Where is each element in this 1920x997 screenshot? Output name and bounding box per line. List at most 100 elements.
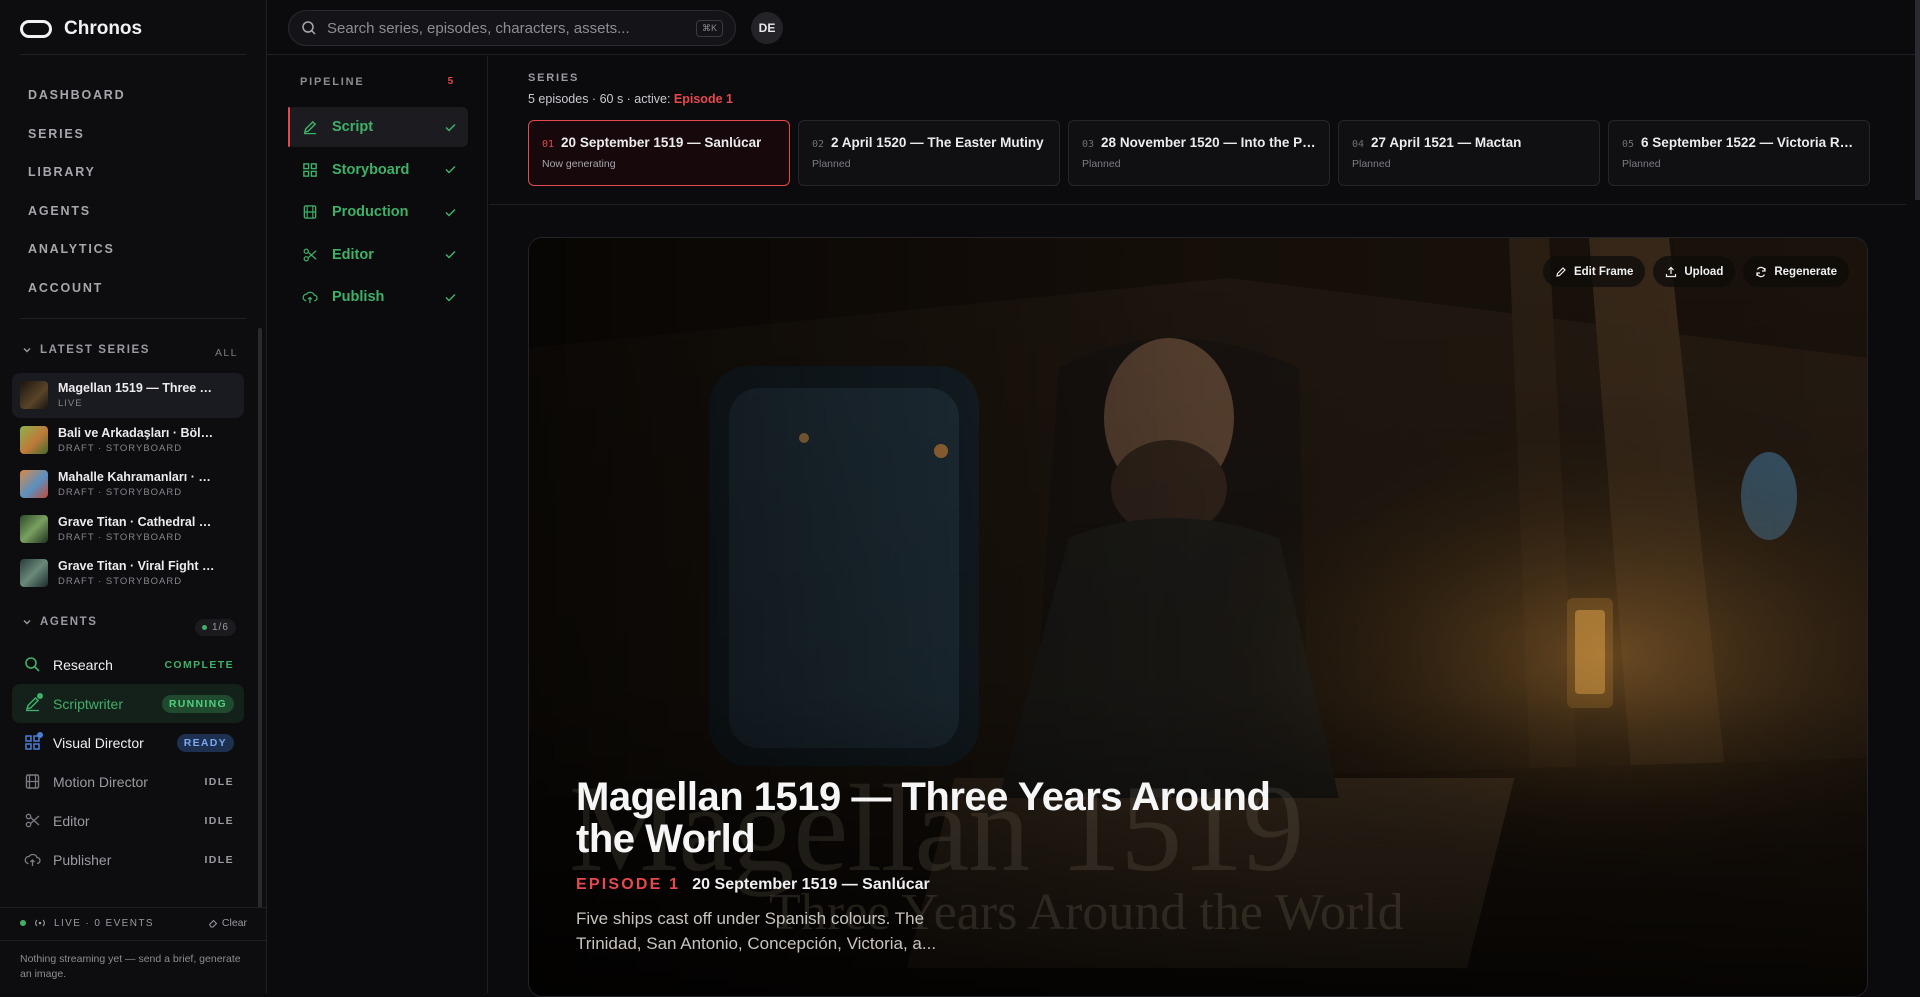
agent-status: RUNNING — [162, 695, 234, 713]
episode-status: Planned — [1082, 158, 1316, 170]
agents-count-badge: 1/6 — [195, 619, 236, 636]
grid-icon — [302, 162, 318, 178]
series-title: Mahalle Kahramanları · Bölüm 1 — [58, 470, 218, 484]
user-avatar[interactable]: DE — [751, 12, 783, 44]
hero-copy: Magellan 1519 — Three Years Around the W… — [576, 776, 1336, 956]
sidebar-scrollbar[interactable] — [258, 328, 262, 908]
active-episode-link[interactable]: Episode 1 — [674, 92, 733, 106]
stream-message: Nothing streaming yet — send a brief, ge… — [20, 952, 250, 982]
nav-analytics[interactable]: ANALYTICS — [28, 230, 125, 269]
search-input[interactable] — [327, 20, 686, 37]
regenerate-button[interactable]: Regenerate — [1743, 256, 1849, 287]
latest-series-list: Magellan 1519 — Three Years Around the W… — [12, 373, 244, 596]
agent-publisher[interactable]: Publisher IDLE — [12, 840, 244, 879]
series-title: Bali ve Arkadaşları · Bölüm 1 — [58, 426, 218, 440]
episode-card[interactable]: 0328 November 1520 — Into the Pacific Pl… — [1068, 120, 1330, 186]
episode-number: 03 — [1082, 139, 1094, 150]
pipeline-title: PIPELINE — [300, 76, 365, 88]
search-icon — [24, 656, 41, 673]
episode-card[interactable]: 056 September 1522 — Victoria Returns Pl… — [1608, 120, 1870, 186]
check-icon — [445, 293, 456, 302]
brand[interactable]: Chronos — [20, 18, 142, 40]
nav-dashboard[interactable]: DASHBOARD — [28, 76, 125, 115]
pipeline-step-production[interactable]: Production — [288, 192, 468, 232]
refresh-icon — [1755, 266, 1767, 278]
status-dot — [202, 625, 207, 630]
main-nav: DASHBOARD SERIES LIBRARY AGENTS ANALYTIC… — [28, 76, 125, 307]
top-bar: ⌘K DE — [267, 0, 1920, 55]
clear-button[interactable]: Clear — [208, 917, 247, 929]
pipeline-step-publish[interactable]: Publish — [288, 277, 468, 317]
episode-number: 01 — [542, 139, 554, 150]
episode-card[interactable]: 0120 September 1519 — Sanlúcar Now gener… — [528, 120, 790, 186]
agent-name: Visual Director — [53, 735, 165, 751]
agent-visual-director[interactable]: Visual Director READY — [12, 723, 244, 762]
agent-editor[interactable]: Editor IDLE — [12, 801, 244, 840]
nav-agents[interactable]: AGENTS — [28, 192, 125, 231]
cloud-upload-icon — [302, 289, 318, 305]
stream-status: LIVE · 0 EVENTS — [54, 918, 200, 929]
agent-name: Editor — [53, 813, 192, 829]
series-thumbnail — [20, 426, 48, 454]
pen-icon — [302, 119, 318, 135]
nav-account[interactable]: ACCOUNT — [28, 269, 125, 308]
pipeline-step-storyboard[interactable]: Storyboard — [288, 150, 468, 190]
live-stream-panel: LIVE · 0 EVENTS Clear Nothing streaming … — [0, 907, 267, 993]
agents-header[interactable]: AGENTS — [22, 616, 98, 628]
latest-series-title: LATEST SERIES — [40, 344, 150, 356]
series-item[interactable]: Mahalle Kahramanları · Bölüm 1 DRAFT · ST… — [12, 462, 244, 507]
latest-series-header[interactable]: LATEST SERIES — [22, 344, 150, 356]
app-name: Chronos — [64, 18, 142, 40]
series-thumbnail — [20, 559, 48, 587]
episode-title: 2 April 1520 — The Easter Mutiny — [831, 135, 1044, 150]
agent-motion-director[interactable]: Motion Director IDLE — [12, 762, 244, 801]
nav-library[interactable]: LIBRARY — [28, 153, 125, 192]
series-status: DRAFT · STORYBOARD — [58, 487, 218, 498]
pipeline-step-script[interactable]: Script — [288, 107, 468, 147]
episode-title: 27 April 1521 — Mactan — [1371, 135, 1521, 150]
upload-button[interactable]: Upload — [1653, 256, 1735, 287]
edit-frame-label: Edit Frame — [1574, 266, 1633, 278]
agent-name: Motion Director — [53, 774, 192, 790]
agent-scriptwriter[interactable]: Scriptwriter RUNNING — [12, 684, 244, 723]
agent-status: IDLE — [204, 854, 234, 866]
series-thumbnail — [20, 381, 48, 409]
hero-frame: Magellan 1519 Three Years Around the Wor… — [528, 237, 1868, 997]
episode-status: Planned — [1622, 158, 1856, 170]
step-label: Editor — [332, 247, 431, 263]
search-box[interactable]: ⌘K — [288, 10, 736, 46]
episode-number: 04 — [1352, 139, 1364, 150]
agent-research[interactable]: Research COMPLETE — [12, 645, 244, 684]
step-label: Storyboard — [332, 162, 431, 178]
series-item[interactable]: Bali ve Arkadaşları · Bölüm 1 DRAFT · STO… — [12, 418, 244, 463]
agent-name: Research — [53, 657, 152, 673]
clear-label: Clear — [222, 917, 247, 929]
divider — [20, 54, 246, 55]
hero-episode-title: 20 September 1519 — Sanlúcar — [692, 876, 929, 894]
episode-tabs: 0120 September 1519 — Sanlúcar Now gener… — [528, 120, 1870, 186]
episode-card[interactable]: 0427 April 1521 — Mactan Planned — [1338, 120, 1600, 186]
search-icon — [301, 20, 317, 36]
agent-name: Publisher — [53, 852, 192, 868]
series-status: DRAFT · STORYBOARD — [58, 443, 218, 454]
pipeline-panel: PIPELINE 5 Script Storyboard Production … — [267, 56, 488, 993]
series-item[interactable]: Grave Titan · Cathedral of BonesDRAFT · … — [12, 507, 244, 552]
series-item[interactable]: Magellan 1519 — Three Years Around the W… — [12, 373, 244, 418]
upload-icon — [1665, 266, 1677, 278]
series-item[interactable]: Grave Titan · Viral Fight Scene DRAFT · S… — [12, 551, 244, 596]
series-title: Grave Titan · Viral Fight Scene — [58, 559, 218, 573]
divider — [0, 940, 267, 941]
edit-frame-button[interactable]: Edit Frame — [1543, 256, 1645, 287]
check-icon — [445, 250, 456, 259]
pipeline-step-editor[interactable]: Editor — [288, 235, 468, 275]
broadcast-icon — [34, 918, 46, 928]
series-status: DRAFT · STORYBOARD — [58, 576, 218, 587]
nav-series[interactable]: SERIES — [28, 115, 125, 154]
hero-episode-number: EPISODE 1 — [576, 876, 680, 894]
frame-actions: Edit Frame Upload Regenerate — [1543, 256, 1849, 287]
pen-icon — [24, 695, 41, 712]
episode-card[interactable]: 022 April 1520 — The Easter Mutiny Plann… — [798, 120, 1060, 186]
check-icon — [445, 208, 456, 217]
check-icon — [445, 123, 456, 132]
all-series-link[interactable]: ALL — [215, 347, 238, 359]
